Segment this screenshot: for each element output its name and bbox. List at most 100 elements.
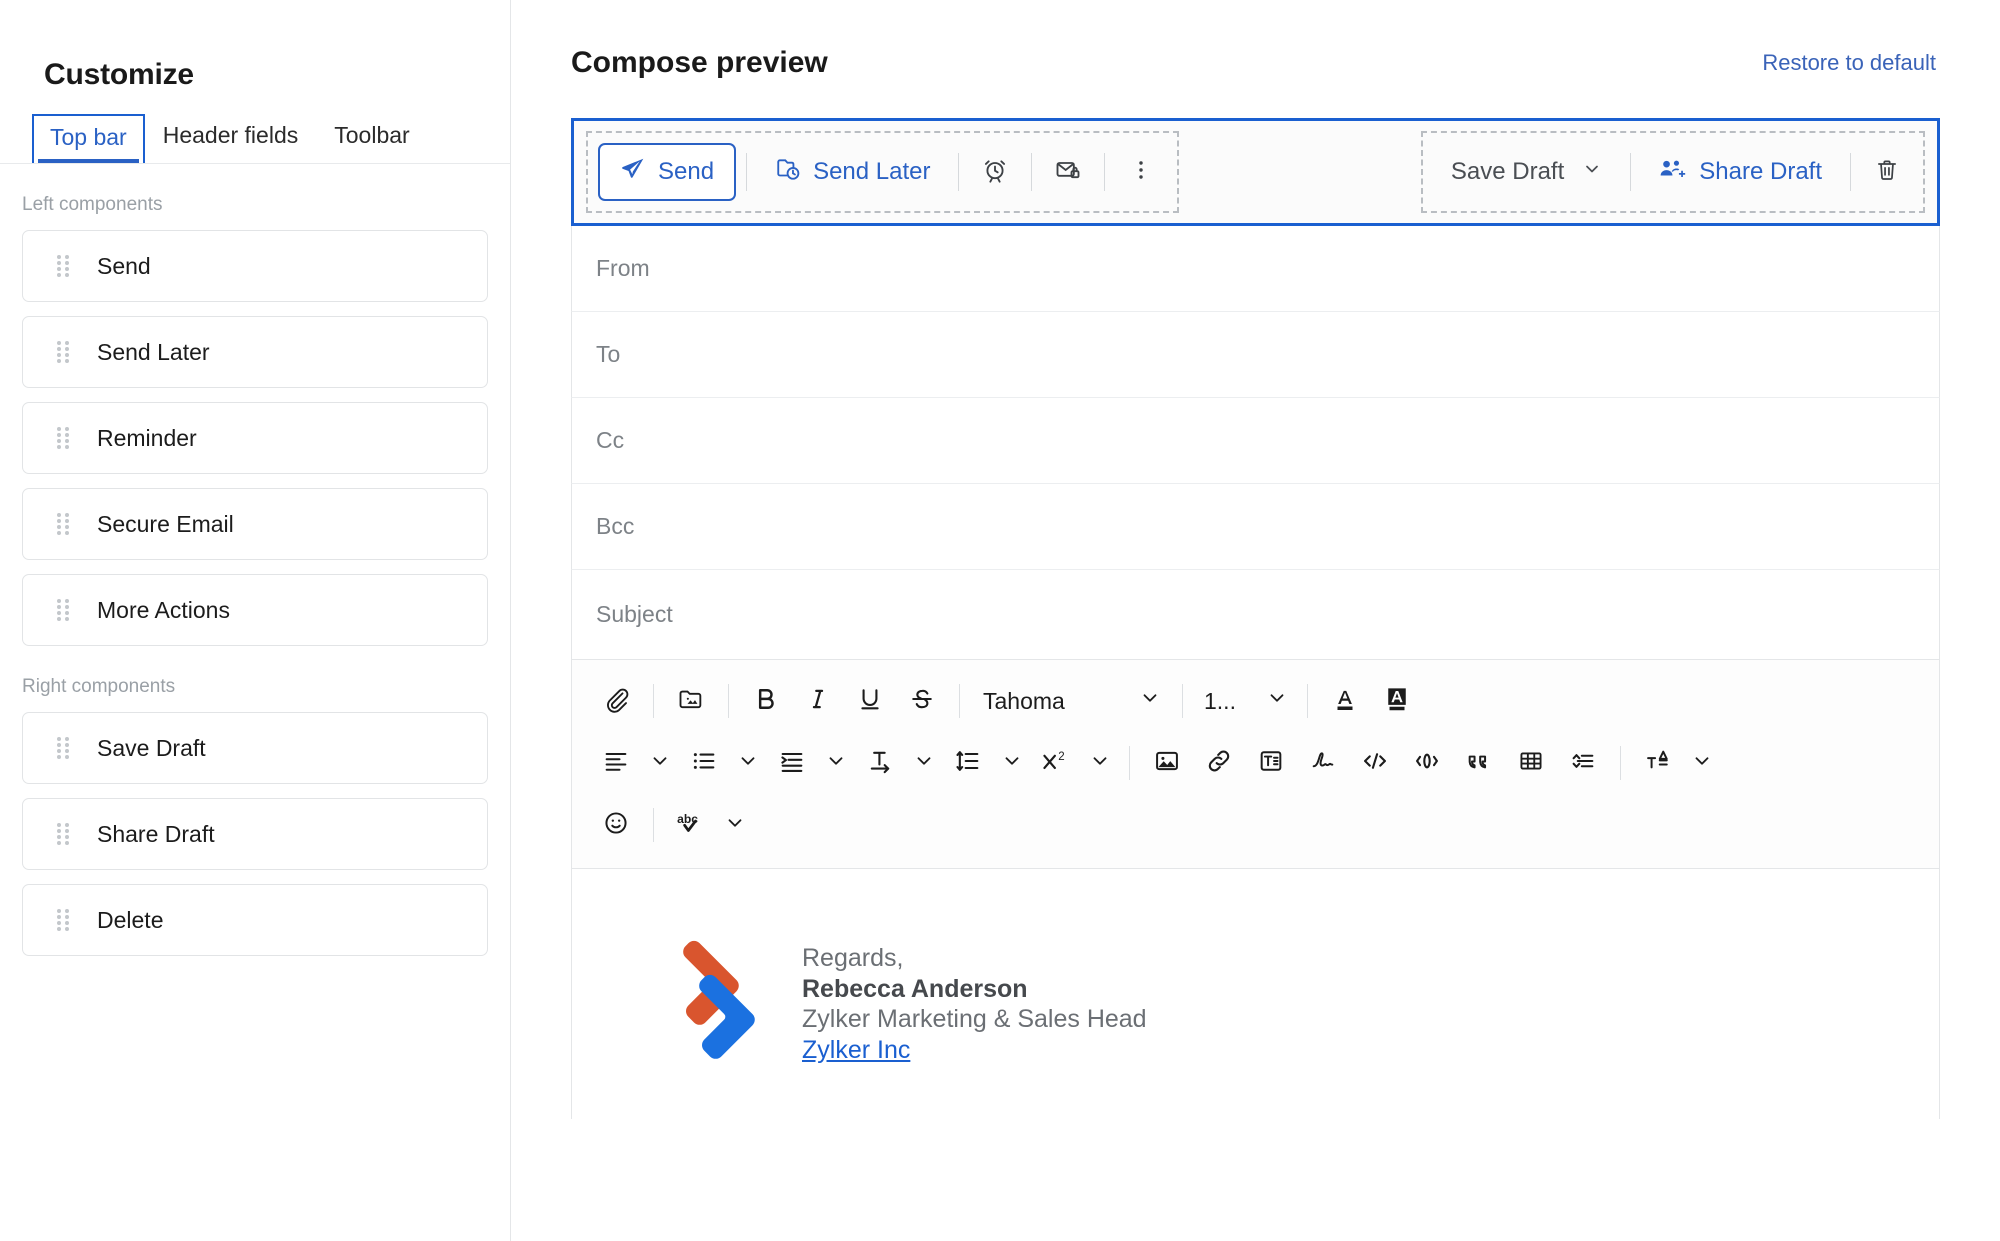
divider: [1630, 153, 1632, 191]
right-components-dropzone[interactable]: Save Draft Share Draft: [1420, 131, 1925, 213]
underline-button[interactable]: [844, 675, 896, 727]
insert-template-button[interactable]: [1245, 737, 1297, 789]
code-snippet-icon: [1413, 747, 1441, 780]
code-button[interactable]: [1349, 737, 1401, 789]
from-field-label: From: [596, 255, 650, 281]
tab-top-bar[interactable]: Top bar: [32, 114, 145, 163]
compose-top-bar: Send Send Later Save Draft Share Draft: [571, 118, 1940, 226]
page-title: Customize: [44, 58, 194, 91]
list-item-label: Reminder: [97, 424, 197, 451]
secure-email-button[interactable]: [1042, 146, 1094, 198]
restore-to-default-link[interactable]: Restore to default: [1762, 50, 1936, 76]
compose-body[interactable]: Regards, Rebecca Anderson Zylker Marketi…: [571, 869, 1940, 1119]
list-item-save-draft[interactable]: Save Draft: [22, 712, 488, 784]
emoji-button[interactable]: [590, 799, 642, 851]
bullet-list-dropdown[interactable]: [730, 737, 766, 789]
spell-check-icon: abc: [676, 809, 706, 842]
clear-formatting-button[interactable]: [1632, 737, 1684, 789]
save-draft-button[interactable]: Save Draft: [1433, 143, 1620, 201]
insert-image-button[interactable]: [1141, 737, 1193, 789]
spell-check-dropdown[interactable]: [717, 799, 753, 851]
send-button[interactable]: Send: [598, 143, 737, 201]
more-actions-button[interactable]: [1115, 146, 1167, 198]
list-item-more-actions[interactable]: More Actions: [22, 574, 488, 646]
list-item-send[interactable]: Send: [22, 230, 488, 302]
text-color-button[interactable]: [1319, 675, 1371, 727]
superscript-dropdown[interactable]: [1082, 737, 1118, 789]
list-item-delete[interactable]: Delete: [22, 884, 488, 956]
left-components-dropzone[interactable]: Send Send Later: [586, 131, 1180, 213]
align-dropdown[interactable]: [642, 737, 678, 789]
save-draft-button-label: Save Draft: [1450, 158, 1565, 185]
left-components-list: Send Send Later Reminder Secure Email Mo…: [0, 230, 510, 646]
share-draft-button[interactable]: Share Draft: [1641, 143, 1840, 201]
blockquote-icon: [1465, 747, 1493, 780]
divider: [653, 808, 654, 842]
signature-button[interactable]: [1297, 737, 1349, 789]
highlight-color-button[interactable]: [1371, 675, 1423, 727]
drag-handle-icon[interactable]: [57, 513, 71, 535]
signature-company-link[interactable]: Zylker Inc: [802, 1035, 910, 1066]
drag-handle-icon[interactable]: [57, 341, 71, 363]
attachment-button[interactable]: [590, 675, 642, 727]
strikethrough-button[interactable]: [896, 675, 948, 727]
align-button[interactable]: [590, 737, 642, 789]
cc-field-row[interactable]: Cc: [571, 398, 1940, 484]
editor-toolbar-row-2: 2: [572, 732, 1939, 794]
drag-handle-icon[interactable]: [57, 427, 71, 449]
line-spacing-button[interactable]: [942, 737, 994, 789]
insert-link-button[interactable]: [1193, 737, 1245, 789]
text-direction-button[interactable]: [854, 737, 906, 789]
bold-icon: [752, 685, 780, 718]
line-spacing-icon: [954, 747, 982, 780]
underline-icon: [856, 685, 884, 718]
collapse-text-button[interactable]: [1557, 737, 1609, 789]
chevron-down-icon: [913, 750, 935, 777]
clear-formatting-dropdown[interactable]: [1684, 737, 1720, 789]
text-direction-dropdown[interactable]: [906, 737, 942, 789]
indent-button[interactable]: [766, 737, 818, 789]
to-field-row[interactable]: To: [571, 312, 1940, 398]
list-item-secure-email[interactable]: Secure Email: [22, 488, 488, 560]
share-draft-icon: [1659, 156, 1687, 189]
spell-check-button[interactable]: abc: [665, 799, 717, 851]
italic-button[interactable]: [792, 675, 844, 727]
superscript-button[interactable]: 2: [1030, 737, 1082, 789]
list-item-label: Send Later: [97, 338, 210, 365]
chevron-down-icon: [1139, 687, 1161, 715]
drag-handle-icon[interactable]: [57, 909, 71, 931]
delete-draft-button[interactable]: [1861, 146, 1913, 198]
list-item-share-draft[interactable]: Share Draft: [22, 798, 488, 870]
code-snippet-button[interactable]: [1401, 737, 1453, 789]
list-item-label: Delete: [97, 906, 164, 933]
from-field-row[interactable]: From: [571, 226, 1940, 312]
list-item-send-later[interactable]: Send Later: [22, 316, 488, 388]
tab-header-fields[interactable]: Header fields: [145, 112, 317, 163]
blockquote-button[interactable]: [1453, 737, 1505, 789]
list-item-reminder[interactable]: Reminder: [22, 402, 488, 474]
drag-handle-icon[interactable]: [57, 737, 71, 759]
customize-sidebar: Customize Top bar Header fields Toolbar …: [0, 0, 511, 1241]
line-spacing-dropdown[interactable]: [994, 737, 1030, 789]
bcc-field-row[interactable]: Bcc: [571, 484, 1940, 570]
subject-field-row[interactable]: Subject: [571, 570, 1940, 660]
tab-toolbar-label: Toolbar: [334, 122, 410, 148]
reminder-button[interactable]: [969, 146, 1021, 198]
send-later-button-label: Send Later: [813, 158, 931, 185]
send-icon: [620, 156, 646, 189]
insert-table-button[interactable]: [1505, 737, 1557, 789]
compose-preview-title: Compose preview: [571, 46, 828, 79]
font-size-select[interactable]: 1...: [1194, 676, 1296, 726]
drag-handle-icon[interactable]: [57, 255, 71, 277]
send-later-button[interactable]: Send Later: [757, 143, 948, 201]
indent-dropdown[interactable]: [818, 737, 854, 789]
drag-handle-icon[interactable]: [57, 599, 71, 621]
bullet-list-button[interactable]: [678, 737, 730, 789]
signature-text: Regards, Rebecca Anderson Zylker Marketi…: [802, 939, 1147, 1065]
insert-image-from-cloud-button[interactable]: [665, 675, 717, 727]
divider: [1850, 153, 1851, 191]
tab-toolbar[interactable]: Toolbar: [316, 112, 427, 163]
drag-handle-icon[interactable]: [57, 823, 71, 845]
bold-button[interactable]: [740, 675, 792, 727]
font-family-select[interactable]: Tahoma: [971, 676, 1171, 726]
